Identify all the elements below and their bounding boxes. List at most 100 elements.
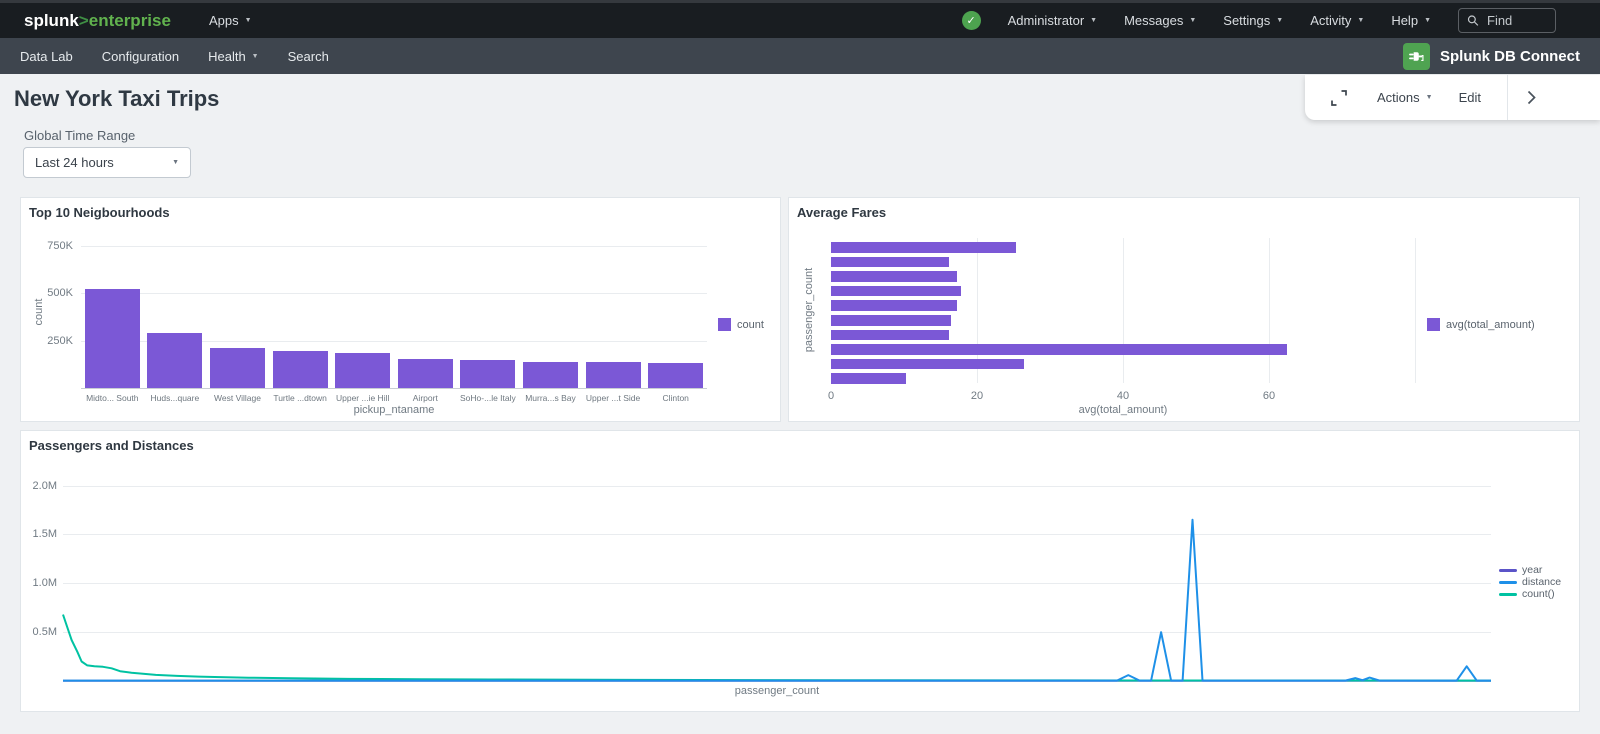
series-line-count()[interactable] <box>63 615 1491 681</box>
y-axis-tick: 1.0M <box>21 577 57 589</box>
bar-Upper ...ie Hill[interactable] <box>335 353 390 388</box>
time-range-dropdown[interactable]: Last 24 hours ▼ <box>23 147 191 178</box>
hbar-passenger-count-2[interactable] <box>831 271 957 282</box>
x-axis-category: Midto... South <box>81 393 144 403</box>
hbar-passenger-count-5[interactable] <box>831 315 951 326</box>
x-axis-category: SoHo-...le Italy <box>457 393 520 403</box>
hbar-passenger-count-8[interactable] <box>831 359 1024 370</box>
menu-messages[interactable]: Messages ▼ <box>1124 13 1196 28</box>
y-axis-tick: 2.0M <box>21 480 57 492</box>
series-line-distance[interactable] <box>63 520 1491 681</box>
legend-swatch <box>718 318 731 331</box>
find-search-box[interactable] <box>1458 8 1556 33</box>
gridline <box>81 293 707 294</box>
gridline <box>1415 238 1416 383</box>
legend-item-year[interactable]: year <box>1499 564 1561 576</box>
menu-apps[interactable]: Apps ▼ <box>209 13 252 28</box>
chart-title-average-fares: Average Fares <box>797 205 886 220</box>
bar-Huds...quare[interactable] <box>147 333 202 388</box>
top-navbar: splunk>enterprise Apps ▼ ✓ Administrator… <box>0 0 1600 38</box>
hbar-chart-average-fares: 0 20 40 60 avg(total_amount) passenger_counta… <box>789 198 1579 421</box>
x-axis-category: Huds...quare <box>144 393 207 403</box>
hbar-passenger-count-9[interactable] <box>831 373 906 384</box>
app-name: Splunk DB Connect <box>1440 48 1580 65</box>
x-axis-category: West Village <box>206 393 269 403</box>
legend-swatch <box>1499 593 1517 596</box>
x-axis-title: pickup_ntaname <box>81 404 707 416</box>
bar-Midto... South[interactable] <box>85 289 140 388</box>
y-axis-tick: 750K <box>21 240 73 252</box>
chevron-down-icon: ▼ <box>245 17 252 24</box>
hbar-passenger-count-6[interactable] <box>831 330 949 341</box>
logo-splunk-text: splunk <box>24 11 79 30</box>
x-axis-category: Airport <box>394 393 457 403</box>
chart-title-top10: Top 10 Neigbourhoods <box>29 205 170 220</box>
nav-data-lab[interactable]: Data Lab <box>20 49 73 64</box>
x-axis-category: Upper ...t Side <box>582 393 645 403</box>
x-axis-tick: 40 <box>1108 390 1138 402</box>
legend-item-distance[interactable]: distance <box>1499 576 1561 588</box>
legend-item-count()[interactable]: count() <box>1499 588 1561 600</box>
gridline <box>81 246 707 247</box>
x-axis-category: Clinton <box>644 393 707 403</box>
chevron-right-button[interactable] <box>1508 90 1556 105</box>
bar-West Village[interactable] <box>210 348 265 388</box>
menu-administrator-label: Administrator <box>1008 13 1085 28</box>
nav-configuration[interactable]: Configuration <box>102 49 179 64</box>
bar-Airport[interactable] <box>398 359 453 388</box>
y-axis-tick: 250K <box>21 335 73 347</box>
bar-SoHo-...le Italy[interactable] <box>460 360 515 388</box>
menu-settings[interactable]: Settings ▼ <box>1223 13 1283 28</box>
legend-swatch <box>1499 581 1517 584</box>
x-axis-title: avg(total_amount) <box>831 404 1415 416</box>
y-axis-title: passenger_count <box>803 268 815 352</box>
menu-activity[interactable]: Activity ▼ <box>1310 13 1364 28</box>
bar-Upper ...t Side[interactable] <box>586 362 641 388</box>
chevron-down-icon: ▼ <box>252 53 259 60</box>
hbar-passenger-count-7[interactable] <box>831 344 1287 355</box>
bar-Murra...s Bay[interactable] <box>523 362 578 388</box>
x-axis-tick: 0 <box>816 390 846 402</box>
hbar-passenger-count-3[interactable] <box>831 286 961 297</box>
menu-activity-label: Activity <box>1310 13 1351 28</box>
menu-apps-label: Apps <box>209 13 239 28</box>
splunk-logo[interactable]: splunk>enterprise <box>24 11 171 31</box>
chevron-down-icon: ▼ <box>1090 17 1097 24</box>
hbar-passenger-count-0[interactable] <box>831 242 1016 253</box>
chart-legend: yeardistancecount() <box>1499 564 1561 600</box>
actions-button[interactable]: Actions ▼ <box>1377 90 1433 105</box>
menu-help[interactable]: Help ▼ <box>1391 13 1431 28</box>
legend-label: distance <box>1522 576 1561 588</box>
x-axis-tick: 20 <box>962 390 992 402</box>
x-axis-title: passenger_count <box>63 685 1491 697</box>
fullscreen-icon[interactable] <box>1329 88 1349 108</box>
find-input[interactable] <box>1485 12 1547 29</box>
chevron-down-icon: ▼ <box>1276 17 1283 24</box>
edit-button[interactable]: Edit <box>1459 90 1481 105</box>
legend-label: year <box>1522 564 1542 576</box>
x-axis-line <box>81 388 707 389</box>
hbar-passenger-count-4[interactable] <box>831 300 957 311</box>
dashboard-toolbar: Actions ▼ Edit <box>1305 75 1600 120</box>
health-status-ok-icon[interactable]: ✓ <box>962 11 981 30</box>
bar-Clinton[interactable] <box>648 363 703 388</box>
nav-health-label: Health <box>208 49 246 64</box>
x-axis-category: Murra...s Bay <box>519 393 582 403</box>
logo-gt-text: > <box>79 11 89 30</box>
menu-messages-label: Messages <box>1124 13 1183 28</box>
bar-Turtle ...dtown[interactable] <box>273 351 328 388</box>
legend-avg-total-amount[interactable]: avg(total_amount) <box>1427 318 1535 331</box>
nav-health[interactable]: Health ▼ <box>208 49 259 64</box>
hbar-passenger-count-1[interactable] <box>831 257 949 268</box>
logo-product-text: enterprise <box>89 11 171 30</box>
legend-count[interactable]: count <box>718 318 764 331</box>
chart-title-passengers-distances: Passengers and Distances <box>29 438 194 453</box>
x-axis-tick: 60 <box>1254 390 1284 402</box>
gridline <box>1123 238 1124 383</box>
app-identity[interactable]: Splunk DB Connect <box>1403 43 1580 70</box>
menu-administrator[interactable]: Administrator ▼ <box>1008 13 1098 28</box>
nav-search[interactable]: Search <box>288 49 329 64</box>
y-axis-tick: 1.5M <box>21 528 57 540</box>
chevron-down-icon: ▼ <box>1424 17 1431 24</box>
legend-label: count <box>737 319 764 331</box>
